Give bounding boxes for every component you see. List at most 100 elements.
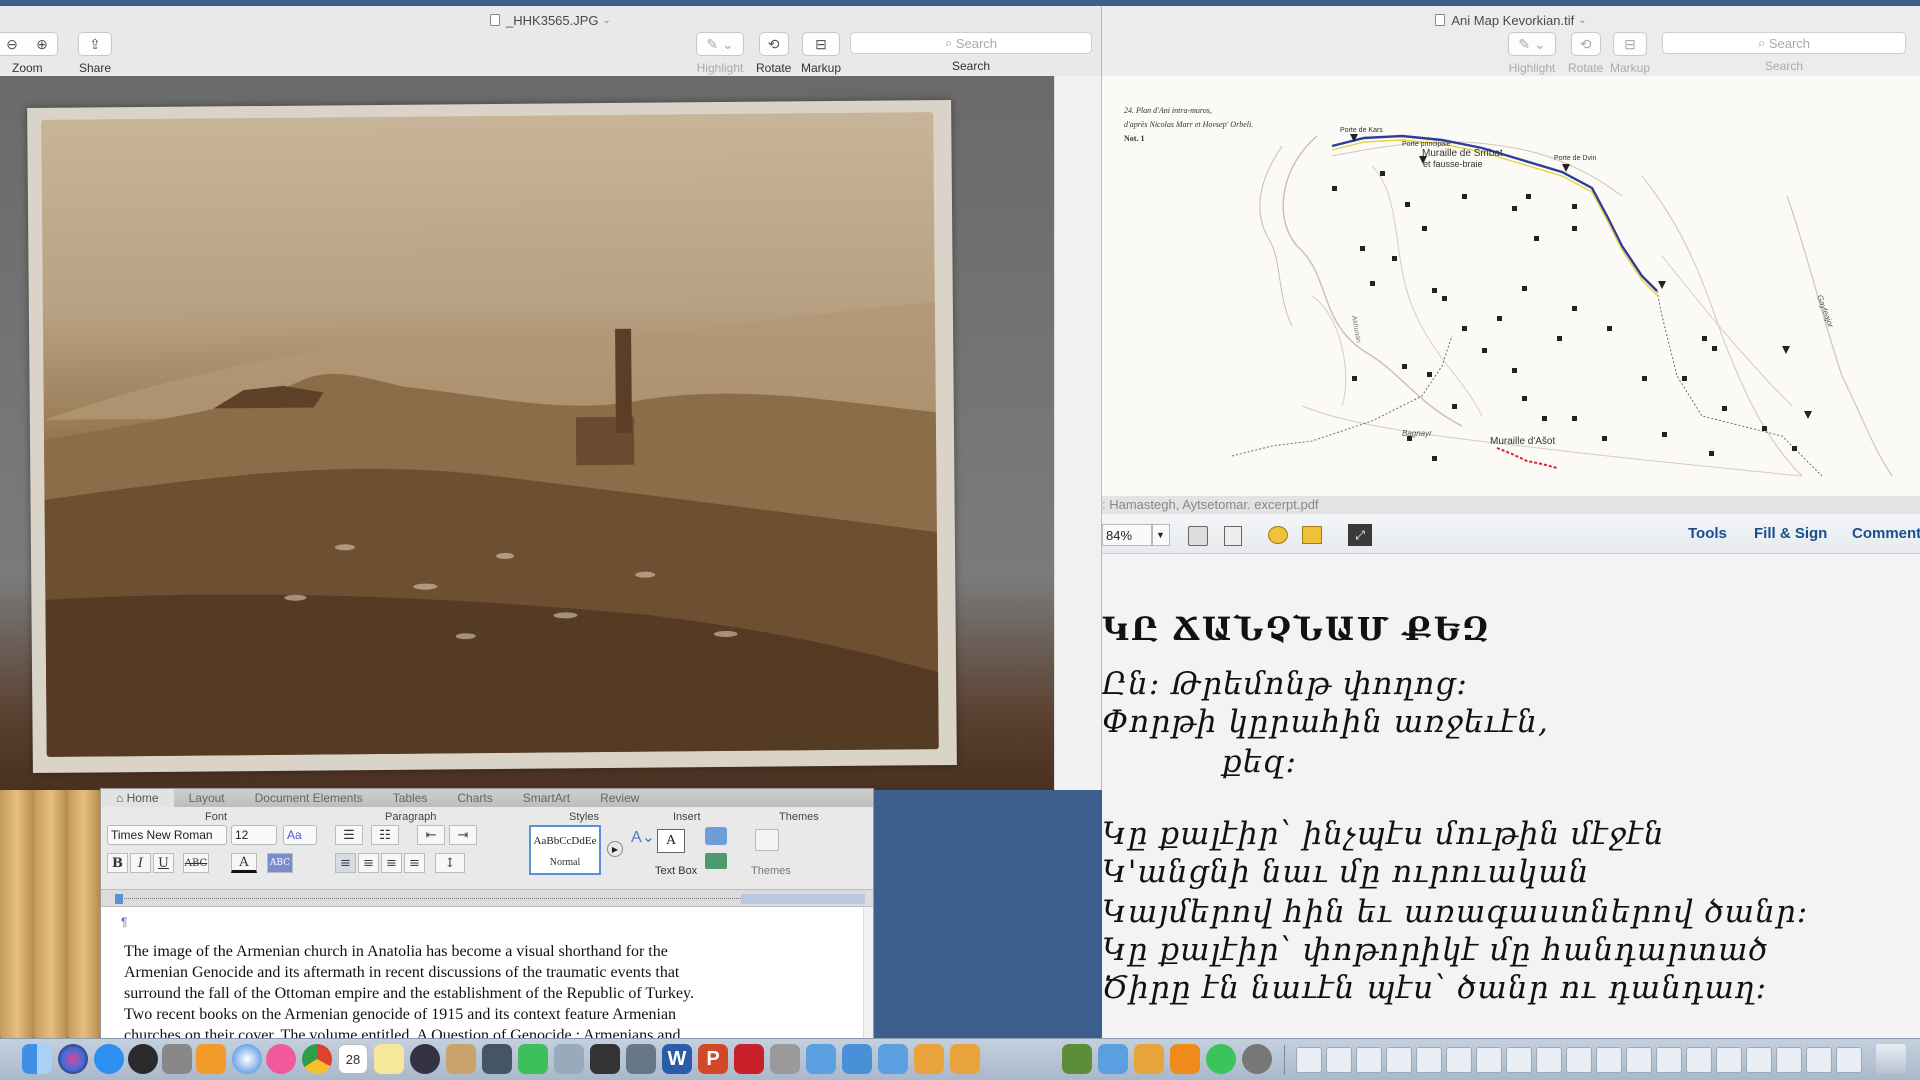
bullets-button[interactable]: ☰ — [335, 825, 363, 845]
align-right-button[interactable]: ≡ — [381, 853, 402, 873]
justify-button[interactable]: ≡ — [404, 853, 425, 873]
word-page[interactable]: ¶ The image of the Armenian church in An… — [101, 907, 863, 1039]
text-box-icon[interactable]: A — [657, 829, 685, 853]
tab-smartart[interactable]: SmartArt — [508, 789, 585, 807]
scanner-icon[interactable] — [626, 1044, 656, 1074]
map-search-input[interactable]: ⌕ Search — [1662, 32, 1906, 54]
picture-icon[interactable] — [705, 853, 727, 869]
minimized-window[interactable] — [1566, 1047, 1592, 1073]
comment-button[interactable]: Comment — [1852, 525, 1920, 542]
chevron-down-icon[interactable]: ⌄ — [1578, 15, 1586, 26]
minimized-window[interactable] — [1296, 1047, 1322, 1073]
messages-icon[interactable] — [1206, 1044, 1236, 1074]
font-color-button[interactable]: A — [231, 853, 257, 873]
pdf-zoom-field[interactable]: 84% — [1102, 524, 1152, 546]
expand-icon[interactable]: ⤢ — [1348, 524, 1372, 546]
underline-button[interactable]: U — [153, 853, 174, 873]
map-rotate-tool[interactable]: ⟲ Rotate — [1568, 32, 1603, 75]
word-scrollbar[interactable] — [863, 907, 873, 1039]
powerpoint-icon[interactable]: P — [698, 1044, 728, 1074]
photo-search[interactable]: ⌕ Search Search — [850, 32, 1092, 73]
safari-icon[interactable] — [232, 1044, 262, 1074]
app-icon[interactable] — [1134, 1044, 1164, 1074]
bold-button[interactable]: B — [107, 853, 128, 873]
spotlight-icon[interactable] — [410, 1044, 440, 1074]
app-icon[interactable] — [878, 1044, 908, 1074]
minimized-window[interactable] — [1416, 1047, 1442, 1073]
tab-layout[interactable]: Layout — [174, 789, 240, 807]
font-name-select[interactable]: Times New Roman — [107, 825, 227, 845]
launchpad-icon[interactable] — [128, 1044, 158, 1074]
share-tool[interactable]: ⇪ Share — [78, 32, 112, 75]
tool-icon[interactable] — [770, 1044, 800, 1074]
font-size-select[interactable]: 12 — [231, 825, 277, 845]
camera-icon[interactable] — [590, 1044, 620, 1074]
photo-app-icon[interactable] — [554, 1044, 584, 1074]
minimized-window[interactable] — [1326, 1047, 1352, 1073]
line-spacing-button[interactable]: ↕ — [435, 853, 465, 873]
ruler[interactable] — [101, 889, 873, 907]
app-icon[interactable] — [842, 1044, 872, 1074]
system-preferences-icon[interactable] — [1242, 1044, 1272, 1074]
map-search[interactable]: ⌕ Search Search — [1662, 32, 1906, 73]
sign-icon[interactable] — [1302, 526, 1322, 544]
minimized-window[interactable] — [1836, 1047, 1862, 1073]
app-icon[interactable] — [1098, 1044, 1128, 1074]
style-pane-icon[interactable]: A⌄ — [631, 827, 655, 847]
numbering-button[interactable]: ☷ — [371, 825, 399, 845]
fit-page-icon[interactable] — [1224, 526, 1242, 546]
increase-indent-button[interactable]: ⇥ — [449, 825, 477, 845]
zoom-tool[interactable]: ⊖ ⊕ Zoom — [0, 32, 58, 75]
calendar-icon[interactable]: 28 — [338, 1044, 368, 1074]
comment-icon[interactable] — [1268, 526, 1288, 544]
markup-tool[interactable]: ⊟ Markup — [801, 32, 841, 75]
map-markup-tool[interactable]: ⊟ Markup — [1610, 32, 1650, 75]
style-gallery-next[interactable]: ▶ — [607, 841, 623, 857]
word-icon[interactable]: W — [662, 1044, 692, 1074]
vlc-icon[interactable] — [1170, 1044, 1200, 1074]
minimized-window[interactable] — [1446, 1047, 1472, 1073]
acrobat-icon[interactable] — [734, 1044, 764, 1074]
minimized-window[interactable] — [1506, 1047, 1532, 1073]
highlight-color-button[interactable]: ABC — [267, 853, 293, 873]
save-icon[interactable] — [1188, 526, 1208, 546]
siri-icon[interactable] — [58, 1044, 88, 1074]
italic-button[interactable]: I — [130, 853, 151, 873]
themes-icon[interactable] — [755, 829, 779, 851]
utility-icon[interactable] — [482, 1044, 512, 1074]
finder-icon[interactable] — [22, 1044, 52, 1074]
minimized-window[interactable] — [1356, 1047, 1382, 1073]
minimized-window[interactable] — [1686, 1047, 1712, 1073]
minimized-window[interactable] — [1386, 1047, 1412, 1073]
preview-icon[interactable] — [446, 1044, 476, 1074]
zoom-out-icon[interactable]: ⊖ — [6, 36, 18, 53]
minimized-window[interactable] — [1626, 1047, 1652, 1073]
tab-document-elements[interactable]: Document Elements — [240, 789, 378, 807]
trash-icon[interactable] — [1876, 1044, 1906, 1074]
app-icon[interactable] — [914, 1044, 944, 1074]
music-icon[interactable] — [266, 1044, 296, 1074]
decrease-indent-button[interactable]: ⇤ — [417, 825, 445, 845]
rotate-tool[interactable]: ⟲ Rotate — [756, 32, 791, 75]
app-store-icon[interactable] — [94, 1044, 124, 1074]
style-gallery-normal[interactable]: AaBbCcDdEe Normal — [529, 825, 601, 875]
zoom-in-icon[interactable]: ⊕ — [36, 36, 48, 53]
tools-button[interactable]: Tools — [1688, 525, 1727, 542]
chevron-down-icon[interactable]: ⌄ — [603, 15, 611, 26]
tab-home[interactable]: ⌂ Home — [101, 789, 174, 807]
books-icon[interactable] — [196, 1044, 226, 1074]
tab-charts[interactable]: Charts — [442, 789, 507, 807]
align-left-button[interactable]: ≡ — [335, 853, 356, 873]
strikethrough-button[interactable]: ABC — [183, 853, 209, 873]
minecraft-icon[interactable] — [1062, 1044, 1092, 1074]
pdf-zoom-dropdown[interactable]: ▼ — [1152, 524, 1170, 546]
chrome-icon[interactable] — [302, 1044, 332, 1074]
minimized-window[interactable] — [1536, 1047, 1562, 1073]
align-center-button[interactable]: ≡ — [358, 853, 379, 873]
printer-icon[interactable] — [162, 1044, 192, 1074]
shapes-icon[interactable] — [705, 827, 727, 845]
document-body[interactable]: The image of the Armenian church in Anat… — [124, 941, 844, 1039]
minimized-window[interactable] — [1656, 1047, 1682, 1073]
highlight-tool[interactable]: ✎ ⌄ Highlight — [696, 32, 744, 75]
minimized-window[interactable] — [1776, 1047, 1802, 1073]
